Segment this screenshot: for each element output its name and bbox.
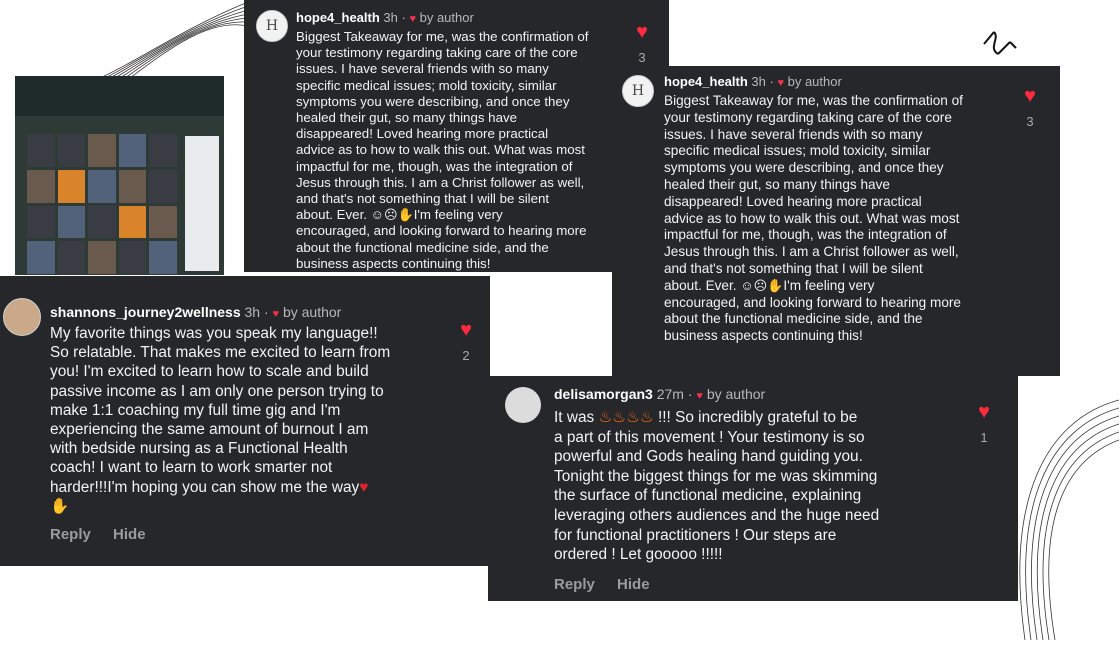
raised-hands-icon: ✋ bbox=[767, 277, 784, 293]
pleading-face-icon: ☹ bbox=[753, 277, 768, 293]
comment-meta: shannons_journey2wellness 3h · ♥ by auth… bbox=[50, 304, 342, 320]
comment-body: It was ♨♨♨♨ !!! So incredibly grateful t… bbox=[554, 409, 880, 564]
hide-button[interactable]: Hide bbox=[113, 526, 146, 543]
like-button[interactable]: ♥ 2 bbox=[454, 320, 478, 363]
comment-body: My favorite things was you speak my lang… bbox=[50, 325, 391, 515]
smiling-face-icon: ☺ bbox=[370, 207, 384, 223]
raised-hands-icon: ✋ bbox=[50, 497, 70, 515]
comment-card-hope4-health: H hope4_health 3h · ♥ by author Biggest … bbox=[244, 0, 669, 272]
like-button[interactable]: ♥ 1 bbox=[972, 402, 996, 445]
heart-icon: ♥ bbox=[978, 401, 990, 423]
author-label: by author bbox=[282, 304, 342, 320]
like-count: 1 bbox=[980, 430, 988, 445]
username[interactable]: hope4_health bbox=[664, 74, 748, 89]
heart-icon: ♥ bbox=[460, 319, 472, 341]
reply-button[interactable]: Reply bbox=[50, 526, 91, 543]
heart-icon: ♥ bbox=[409, 13, 416, 25]
heart-icon: ♥ bbox=[359, 478, 369, 496]
brand-logo-icon bbox=[980, 28, 1020, 62]
avatar bbox=[505, 387, 541, 423]
comment-meta: delisamorgan3 27m · ♥ by author bbox=[554, 386, 766, 402]
comment-meta: hope4_health 3h · ♥ by author bbox=[296, 10, 474, 25]
heart-icon: ♥ bbox=[1024, 85, 1036, 107]
blank-overlay bbox=[500, 310, 617, 355]
like-count: 2 bbox=[462, 348, 470, 363]
comment-card-shannons-journey2wellness: shannons_journey2wellness 3h · ♥ by auth… bbox=[0, 276, 490, 566]
reply-button[interactable]: Reply bbox=[554, 576, 595, 593]
timestamp: 3h bbox=[751, 74, 766, 89]
fire-icon: ♨♨♨♨ bbox=[598, 409, 654, 426]
pleading-face-icon: ☹ bbox=[383, 207, 398, 223]
like-button[interactable]: ♥ 3 bbox=[1018, 86, 1042, 129]
heart-icon: ♥ bbox=[696, 390, 703, 402]
hide-button[interactable]: Hide bbox=[617, 576, 650, 593]
decorative-lines-top-left bbox=[100, 1, 249, 79]
username[interactable]: hope4_health bbox=[296, 10, 380, 25]
timestamp: 27m bbox=[656, 386, 684, 402]
avatar bbox=[3, 298, 41, 336]
username[interactable]: shannons_journey2wellness bbox=[50, 304, 241, 320]
username[interactable]: delisamorgan3 bbox=[554, 386, 653, 402]
author-label: by author bbox=[706, 386, 766, 402]
comment-meta: hope4_health 3h · ♥ by author bbox=[664, 74, 842, 89]
heart-icon: ♥ bbox=[272, 308, 280, 320]
timestamp: 3h bbox=[383, 10, 398, 25]
raised-hands-icon: ✋ bbox=[397, 207, 414, 223]
avatar: H bbox=[256, 10, 288, 42]
comment-body: Biggest Takeaway for me, was the confirm… bbox=[664, 93, 963, 344]
zoom-screenshot-photo bbox=[15, 76, 224, 275]
avatar: H bbox=[622, 75, 654, 107]
comment-card-hope4-health-copy: H hope4_health 3h · ♥ by author Biggest … bbox=[612, 66, 1060, 376]
comment-body: Biggest Takeaway for me, was the confirm… bbox=[296, 29, 589, 271]
like-count: 3 bbox=[1026, 114, 1034, 129]
like-button[interactable]: ♥ 3 bbox=[630, 22, 654, 65]
author-label: by author bbox=[419, 10, 474, 25]
author-label: by author bbox=[787, 74, 842, 89]
comment-card-delisamorgan3: delisamorgan3 27m · ♥ by author It was ♨… bbox=[488, 376, 1018, 601]
heart-icon: ♥ bbox=[777, 77, 784, 89]
heart-icon: ♥ bbox=[636, 21, 648, 43]
smiling-face-icon: ☺ bbox=[740, 277, 754, 293]
timestamp: 3h bbox=[244, 304, 261, 320]
like-count: 3 bbox=[638, 50, 646, 65]
